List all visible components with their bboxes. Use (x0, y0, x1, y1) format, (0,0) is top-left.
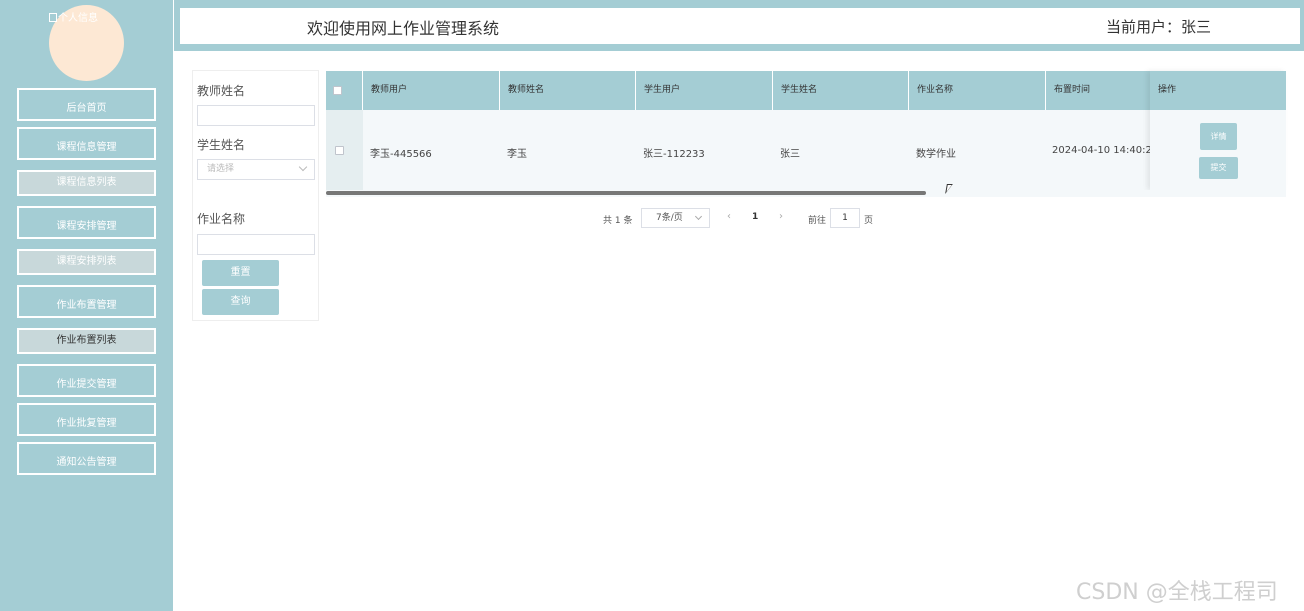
sidebar-item-label: 作业布置列表 (56, 335, 117, 346)
table-header-teacher-name[interactable]: 教师姓名 (500, 71, 636, 110)
table-header-homework-name[interactable]: 作业名称 (909, 71, 1046, 110)
teacher-name-label: 教师姓名 (197, 84, 246, 98)
page-size-select[interactable]: 7条/页 (641, 208, 710, 228)
table-header-teacher-user[interactable]: 教师用户 (363, 71, 500, 110)
row-checkbox[interactable] (335, 146, 344, 155)
cell-student-user: 张三-112233 (643, 149, 705, 160)
sidebar-item-label: 课程安排列表 (56, 256, 117, 267)
sidebar-subitem-course-schedule-list[interactable]: 课程安排列表 (17, 249, 156, 275)
sidebar-item-label: 通知公告管理 (56, 457, 117, 468)
table-header-actions: 操作 (1150, 71, 1286, 110)
student-name-select[interactable]: 请选择 (197, 159, 315, 180)
cell-student-name: 张三 (780, 149, 800, 160)
sidebar-item-homework-assign[interactable]: 作业布置管理 (17, 285, 156, 318)
scrollbar-thumb[interactable] (326, 191, 926, 195)
sidebar-item-home[interactable]: 后台首页 (17, 88, 156, 121)
sidebar-subitem-homework-assign-list[interactable]: 作业布置列表 (17, 328, 156, 354)
page-suffix: 页 (864, 216, 874, 226)
student-name-label: 学生姓名 (197, 138, 246, 152)
sidebar-item-label: 作业批复管理 (56, 418, 117, 429)
sidebar-item-label: 课程安排管理 (56, 221, 117, 232)
avatar-alt-text: 个人信息 (49, 9, 98, 24)
current-user: 当前用户：张三 (1106, 18, 1212, 36)
pagination-total: 共 1 条 (603, 216, 633, 226)
homework-name-input[interactable] (197, 234, 315, 255)
table-header-student-name[interactable]: 学生姓名 (773, 71, 909, 110)
page-number-current[interactable]: 1 (752, 212, 758, 222)
sidebar-item-label: 课程信息管理 (56, 142, 117, 153)
sidebar-item-label: 作业布置管理 (56, 300, 117, 311)
sidebar-item-homework-review[interactable]: 作业批复管理 (17, 403, 156, 436)
detail-button[interactable]: 详情 (1200, 123, 1237, 150)
table-header-student-user[interactable]: 学生用户 (636, 71, 773, 110)
submit-button[interactable]: 提交 (1199, 157, 1238, 179)
cell-assigned-time: 2024-04-10 14:40:2 (1052, 145, 1150, 156)
query-button[interactable]: 查询 (202, 289, 279, 315)
sidebar-item-label: 课程信息列表 (56, 177, 117, 188)
prev-page-icon[interactable]: ‹ (727, 211, 731, 222)
homework-name-label: 作业名称 (197, 212, 246, 226)
chevron-down-icon (694, 212, 703, 221)
goto-page-input[interactable]: 1 (830, 208, 860, 228)
cell-homework-name: 数学作业 (916, 149, 956, 160)
sidebar-item-course-schedule[interactable]: 课程安排管理 (17, 206, 156, 239)
teacher-name-input[interactable] (197, 105, 315, 126)
page-size-value: 7条/页 (656, 213, 683, 223)
table-row-select-cell (326, 110, 363, 190)
watermark: CSDN @全栈工程司 (1076, 580, 1278, 605)
cell-teacher-user: 李玉-445566 (370, 149, 432, 160)
sidebar-item-homework-submit[interactable]: 作业提交管理 (17, 364, 156, 397)
chevron-down-icon (298, 162, 308, 172)
select-all-checkbox[interactable] (333, 86, 342, 95)
cell-teacher-name: 李玉 (507, 149, 527, 160)
next-page-icon[interactable]: › (779, 211, 783, 222)
goto-label: 前往 (808, 216, 827, 226)
sidebar-item-label: 后台首页 (66, 103, 107, 114)
sidebar: 个人信息 后台首页 课程信息管理 课程信息列表 课程安排管理 课程安排列表 作业… (0, 0, 173, 611)
sidebar-item-label: 作业提交管理 (56, 379, 117, 390)
student-name-placeholder: 请选择 (207, 164, 235, 174)
page-title: 欢迎使用网上作业管理系统 (307, 19, 500, 38)
sidebar-item-course-info[interactable]: 课程信息管理 (17, 127, 156, 160)
sidebar-subitem-course-info-list[interactable]: 课程信息列表 (17, 170, 156, 196)
avatar-alt-label: 个人信息 (58, 13, 98, 24)
reset-button[interactable]: 重置 (202, 260, 279, 286)
broken-image-icon (49, 13, 57, 22)
sidebar-item-notice[interactable]: 通知公告管理 (17, 442, 156, 475)
table-header-select (326, 71, 363, 110)
table-header-assigned-time[interactable]: 布置时间 (1046, 71, 1151, 110)
